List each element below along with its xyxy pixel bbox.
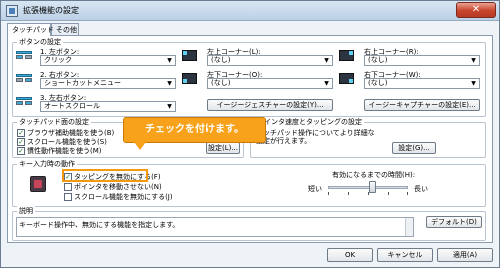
callout-pointer [134, 142, 146, 150]
activation-time-slider[interactable] [369, 181, 376, 193]
right-button-icon [16, 74, 32, 83]
bottom-left-corner-value: (なし) [211, 79, 231, 87]
activation-time-label: 有効になるまでの時間(H): [332, 171, 416, 179]
both-buttons-select[interactable]: オートスクロール ▼ [40, 101, 176, 112]
inertia-checkbox[interactable]: ✓ 慣性動作機能を使う(M) [17, 146, 102, 156]
top-left-corner-icon [182, 50, 197, 61]
chevron-down-icon: ▼ [324, 80, 329, 87]
left-button-select[interactable]: クリック ▼ [40, 55, 176, 66]
slider-tick [407, 192, 408, 195]
inertia-label: 慣性動作機能を使う(M) [27, 147, 102, 155]
top-left-corner-select[interactable]: (なし) ▼ [207, 55, 333, 66]
left-button-icon [16, 51, 32, 60]
description-text: キーボード操作中、無効にする機能を指定します。 [19, 221, 180, 229]
easy-gesture-button[interactable]: イージージェスチャーの設定(Y)... [207, 99, 333, 111]
freeze-pointer-checkbox[interactable]: ポインタを移動させない(N) [64, 182, 162, 192]
touchpad-area-settings-button[interactable]: 設定(L)... [206, 142, 240, 154]
checkmark-icon: ✓ [17, 147, 25, 155]
slider-tick [348, 192, 349, 195]
disable-scroll-checkbox[interactable]: スクロール機能を無効にする(J) [64, 192, 173, 202]
chevron-down-icon: ▼ [324, 57, 329, 64]
description-box: キーボード操作中、無効にする機能を指定します。 [16, 217, 414, 237]
title-bar: 拡張機能の設定 ✕ [1, 1, 499, 21]
top-right-corner-value: (なし) [368, 56, 388, 64]
easy-capture-button[interactable]: イージーキャプチャーの設定(E)... [364, 99, 480, 111]
touchpad-area-title: タッチパッド面の設定 [17, 117, 91, 127]
activation-time-track [328, 186, 408, 189]
cancel-button[interactable]: キャンセル [377, 248, 433, 262]
key-input-title: キー入力時の動作 [17, 159, 77, 169]
chevron-down-icon: ▼ [167, 80, 172, 87]
description-title: 説明 [17, 206, 35, 216]
checkmark-icon: ✓ [17, 138, 25, 146]
long-label: 長い [414, 185, 428, 193]
chevron-down-icon: ▼ [167, 103, 172, 110]
description-scrollbar[interactable] [405, 218, 413, 236]
empty-checkbox-icon [64, 193, 72, 201]
empty-checkbox-icon [64, 183, 72, 191]
chevron-down-icon: ▼ [471, 57, 476, 64]
right-button-value: ショートカットメニュー [44, 79, 121, 87]
both-buttons-icon [16, 97, 32, 106]
ok-button[interactable]: OK [327, 248, 373, 262]
default-button[interactable]: デフォルト(D) [426, 216, 482, 228]
settings-window: 拡張機能の設定 ✕ タッチパッド その他 ボタンの設定 1. 左ボタン: クリッ… [0, 0, 500, 268]
pointer-speed-title: ポインタ速度とタッピングの設定 [255, 117, 364, 127]
tab-touchpad[interactable]: タッチパッド [7, 23, 54, 36]
button-settings-title: ボタンの設定 [17, 37, 63, 47]
slider-tick [328, 192, 329, 195]
chevron-down-icon: ▼ [471, 80, 476, 87]
left-button-value: クリック [44, 56, 72, 64]
bottom-left-corner-icon [182, 73, 197, 84]
pointer-speed-description: タッチパッド操作についてより詳細な設定が行えます。 [256, 129, 375, 145]
top-right-corner-icon [339, 50, 354, 61]
short-label: 短い [308, 185, 322, 193]
slider-tick [388, 192, 389, 195]
keyboard-icon [30, 176, 46, 192]
close-button[interactable]: ✕ [456, 2, 496, 18]
right-button-select[interactable]: ショートカットメニュー ▼ [40, 78, 176, 89]
chevron-down-icon: ▼ [167, 57, 172, 64]
settings-app-icon [6, 5, 18, 17]
bottom-left-corner-select[interactable]: (なし) ▼ [207, 78, 333, 89]
bottom-right-corner-value: (なし) [368, 79, 388, 87]
apply-button[interactable]: 適用(A) [437, 248, 493, 262]
instruction-callout: チェックを付けます。 [123, 117, 266, 143]
bottom-right-corner-select[interactable]: (なし) ▼ [364, 78, 480, 89]
pointer-speed-settings-button[interactable]: 設定(G)... [392, 142, 436, 154]
disable-scroll-label: スクロール機能を無効にする(J) [74, 193, 173, 201]
top-right-corner-select[interactable]: (なし) ▼ [364, 55, 480, 66]
bottom-right-corner-icon [339, 73, 354, 84]
checkmark-icon: ✓ [17, 129, 25, 137]
freeze-pointer-label: ポインタを移動させない(N) [74, 183, 162, 191]
tab-other[interactable]: その他 [51, 23, 79, 35]
window-title: 拡張機能の設定 [23, 6, 79, 15]
top-left-corner-value: (なし) [211, 56, 231, 64]
both-buttons-value: オートスクロール [44, 102, 100, 110]
tapping-checkbox-highlight [62, 169, 148, 182]
